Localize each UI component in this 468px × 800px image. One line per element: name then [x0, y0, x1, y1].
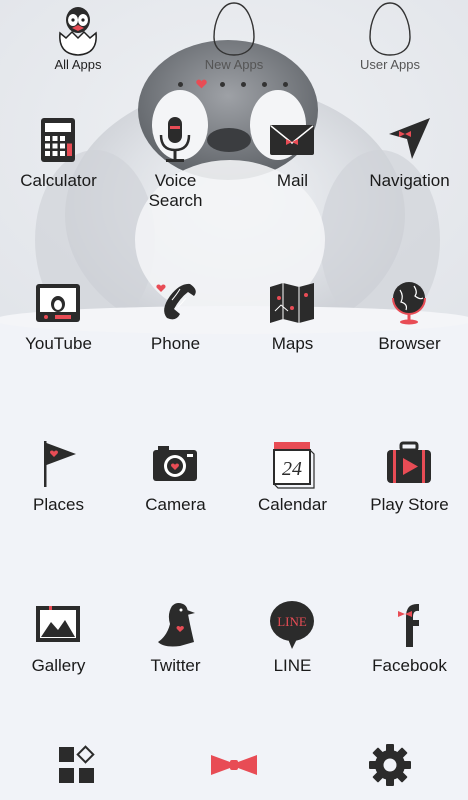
- app-youtube[interactable]: YouTube: [0, 278, 117, 398]
- calendar-day: 24: [282, 458, 302, 480]
- globe-icon: [392, 282, 426, 325]
- app-voice-search[interactable]: Voice Search: [117, 115, 234, 235]
- map-icon: [270, 283, 314, 323]
- microphone-icon: [159, 117, 191, 162]
- calculator-icon: [41, 118, 75, 162]
- tab-label: All Apps: [54, 57, 102, 72]
- tab-label: User Apps: [360, 57, 420, 72]
- app-label: Phone: [150, 334, 201, 353]
- app-mail[interactable]: Mail: [234, 115, 351, 235]
- app-label: Camera: [145, 495, 206, 514]
- app-label: YouTube: [25, 334, 92, 353]
- app-browser[interactable]: Browser: [351, 278, 468, 398]
- tab-new-apps[interactable]: New Apps: [184, 0, 284, 80]
- app-drawer-button[interactable]: [48, 740, 108, 790]
- flag-icon: [44, 441, 76, 487]
- line-logo-text: LINE: [277, 614, 307, 629]
- app-label: Facebook: [372, 656, 447, 675]
- tab-user-apps[interactable]: User Apps: [340, 0, 440, 80]
- page-dot: [283, 82, 288, 87]
- page-dot: [241, 82, 246, 87]
- app-label: Voice Search: [148, 171, 203, 210]
- app-label: Mail: [276, 171, 309, 190]
- theme-button[interactable]: [204, 740, 264, 790]
- page-indicator: [176, 79, 296, 90]
- page-dot: [262, 82, 267, 87]
- app-label: Places: [32, 495, 85, 514]
- tab-label: New Apps: [204, 57, 264, 72]
- penguin-icon: [158, 603, 195, 647]
- app-calendar[interactable]: 24 Calendar: [234, 439, 351, 559]
- app-label: Calculator: [20, 171, 97, 190]
- phone-icon: [156, 283, 196, 320]
- app-places[interactable]: Places: [0, 439, 117, 559]
- app-grid-icon: [59, 745, 95, 783]
- app-play-store[interactable]: Play Store: [351, 439, 468, 559]
- app-label: LINE: [273, 656, 312, 675]
- app-phone[interactable]: Phone: [117, 278, 234, 398]
- facebook-f-icon: [398, 604, 419, 647]
- bow-tie-icon: [211, 755, 257, 775]
- picture-frame-icon: [36, 606, 80, 642]
- egg-outline-icon: [213, 2, 255, 56]
- tab-all-apps[interactable]: All Apps: [28, 0, 128, 80]
- app-maps[interactable]: Maps: [234, 278, 351, 398]
- tv-icon: [36, 284, 80, 322]
- app-camera[interactable]: Camera: [117, 439, 234, 559]
- settings-button[interactable]: [360, 740, 420, 790]
- app-label: Gallery: [31, 656, 86, 675]
- app-label: Twitter: [150, 656, 201, 675]
- navigation-arrow-icon: [389, 118, 430, 159]
- page-dot: [220, 82, 225, 87]
- heart-icon: [196, 79, 207, 89]
- envelope-icon: [270, 125, 314, 155]
- app-label: Play Store: [370, 495, 449, 514]
- camera-icon: [153, 446, 197, 481]
- app-facebook[interactable]: Facebook: [351, 600, 468, 720]
- app-calculator[interactable]: Calculator: [0, 115, 117, 235]
- app-label: Navigation: [369, 171, 450, 190]
- calendar-icon: 24: [273, 442, 315, 489]
- app-label: Browser: [378, 334, 441, 353]
- penguin-egg-icon: [59, 7, 97, 56]
- app-label: Maps: [271, 334, 314, 353]
- app-line[interactable]: LINE LINE: [234, 600, 351, 720]
- speech-bubble-icon: LINE: [270, 601, 314, 649]
- page-dot: [178, 82, 183, 87]
- egg-outline-icon: [369, 2, 411, 56]
- app-navigation[interactable]: Navigation: [351, 115, 468, 235]
- app-twitter[interactable]: Twitter: [117, 600, 234, 720]
- app-gallery[interactable]: Gallery: [0, 600, 117, 720]
- suitcase-play-icon: [387, 441, 431, 483]
- settings-gear-icon: [369, 744, 411, 786]
- app-label: Calendar: [258, 495, 327, 514]
